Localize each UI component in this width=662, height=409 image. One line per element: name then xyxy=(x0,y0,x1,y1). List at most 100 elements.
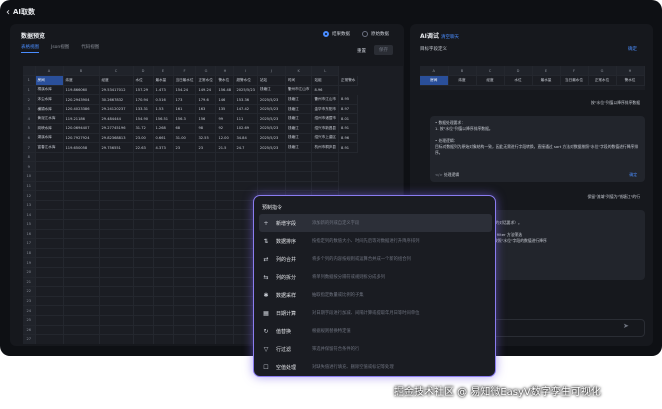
table-cell[interactable] xyxy=(99,181,134,192)
table-cell[interactable]: 2025/5/23 xyxy=(257,104,286,115)
table-cell[interactable]: 102.69 xyxy=(233,123,258,134)
table-cell[interactable]: 29.82368813 xyxy=(99,133,134,144)
table-cell[interactable]: 170.94 xyxy=(133,94,154,105)
table-cell[interactable]: 31.72 xyxy=(133,123,154,134)
table-cell[interactable]: 8.97 xyxy=(338,104,359,115)
table-cell[interactable]: 29.484444 xyxy=(99,113,134,125)
table-cell[interactable]: 2025/5/23 xyxy=(257,123,286,134)
table-cell[interactable] xyxy=(195,248,217,259)
table-cell[interactable] xyxy=(173,267,197,278)
table-cell[interactable] xyxy=(153,181,174,192)
table-cell[interactable]: 2025/5/23 xyxy=(257,113,286,125)
table-cell[interactable]: 富春江水库 xyxy=(35,142,64,153)
table-cell[interactable] xyxy=(99,315,134,326)
table-cell[interactable] xyxy=(63,267,100,278)
logic-tag[interactable]: </> 处理逻辑 xyxy=(435,172,459,178)
table-cell[interactable] xyxy=(63,171,100,182)
column-header[interactable]: 时间 xyxy=(285,75,313,86)
table-cell[interactable] xyxy=(133,267,154,278)
table-cell[interactable] xyxy=(133,219,154,230)
table-cell[interactable] xyxy=(35,152,64,163)
column-letter[interactable]: G xyxy=(588,66,617,77)
table-cell[interactable] xyxy=(63,209,100,220)
target-field[interactable]: 房间 xyxy=(420,75,449,86)
table-cell[interactable]: 23 xyxy=(195,142,217,153)
table-cell[interactable] xyxy=(173,229,197,240)
table-cell[interactable]: 156 xyxy=(195,113,217,125)
table-cell[interactable]: 23.00 xyxy=(133,133,154,144)
table-cell[interactable] xyxy=(133,181,154,192)
table-cell[interactable]: 岗峡水库 xyxy=(35,123,64,134)
table-cell[interactable] xyxy=(195,219,217,230)
table-cell[interactable] xyxy=(233,161,258,173)
table-cell[interactable] xyxy=(215,209,235,220)
column-letter[interactable]: B xyxy=(448,66,477,77)
table-cell[interactable]: 沐尘水库 xyxy=(35,94,64,105)
table-cell[interactable] xyxy=(173,181,197,192)
table-cell[interactable] xyxy=(173,325,197,336)
radio-raw-data[interactable]: 原始数据 xyxy=(362,31,389,37)
table-cell[interactable]: 157.29 xyxy=(133,85,154,96)
table-cell[interactable] xyxy=(35,325,64,336)
table-cell[interactable]: 29.756551 xyxy=(99,142,134,153)
table-cell[interactable]: 68 xyxy=(173,123,197,134)
table-cell[interactable] xyxy=(133,296,154,307)
table-cell[interactable] xyxy=(195,257,217,268)
table-cell[interactable] xyxy=(63,257,100,268)
table-cell[interactable] xyxy=(99,152,134,163)
table-cell[interactable]: 绍兴市上虞区 xyxy=(311,133,340,144)
table-cell[interactable]: 21.5 xyxy=(215,142,235,153)
table-cell[interactable] xyxy=(285,171,313,182)
table-cell[interactable]: 149.24 xyxy=(195,85,217,96)
table-row[interactable]: 7 富春江水库 119.650058 29.756551 22.63 4.373 23 23 2… xyxy=(23,142,359,153)
table-cell[interactable]: 99 xyxy=(215,113,235,125)
table-cell[interactable] xyxy=(133,257,154,268)
table-cell[interactable] xyxy=(99,325,134,336)
column-header[interactable]: 正常水位 xyxy=(195,75,217,86)
table-cell[interactable] xyxy=(195,267,217,278)
table-cell[interactable] xyxy=(195,152,217,163)
confirm-button[interactable]: 确定 xyxy=(628,46,637,52)
table-cell[interactable] xyxy=(153,248,174,259)
table-cell[interactable] xyxy=(99,257,134,268)
table-cell[interactable] xyxy=(215,296,235,307)
table-cell[interactable] xyxy=(215,315,235,326)
table-row[interactable]: 2 沐尘水库 120.2943904 30.2667832 170.94 0.516 173… xyxy=(23,94,359,105)
column-letter[interactable]: D xyxy=(133,66,154,77)
table-cell[interactable] xyxy=(63,238,100,249)
table-cell[interactable] xyxy=(35,277,64,288)
table-cell[interactable] xyxy=(35,305,64,316)
table-cell[interactable] xyxy=(133,248,154,259)
column-header[interactable]: 警水位 xyxy=(215,75,235,86)
column-letter[interactable]: C xyxy=(99,66,134,77)
table-cell[interactable] xyxy=(63,219,100,230)
table-cell[interactable] xyxy=(215,257,235,268)
table-row[interactable]: 4 黄泥江水库 119.21186 29.484444 154.90 156.51 156.… xyxy=(23,113,359,125)
table-cell[interactable] xyxy=(173,277,197,288)
table-cell[interactable] xyxy=(215,286,235,297)
table-cell[interactable]: 钱塘江 xyxy=(257,85,286,96)
table-cell[interactable]: 98 xyxy=(195,123,217,134)
table-cell[interactable]: 桐溪水库 xyxy=(35,85,64,96)
table-cell[interactable] xyxy=(195,229,217,240)
target-field[interactable]: 纬度 xyxy=(448,75,477,86)
table-cell[interactable]: 8.91 xyxy=(338,142,359,153)
table-cell[interactable] xyxy=(63,296,100,307)
table-cell[interactable] xyxy=(153,286,174,297)
table-cell[interactable] xyxy=(215,334,235,344)
table-cell[interactable] xyxy=(99,248,134,259)
table-cell[interactable] xyxy=(133,238,154,249)
table-cell[interactable] xyxy=(35,267,64,278)
table-cell[interactable] xyxy=(133,171,154,182)
table-cell[interactable] xyxy=(133,277,154,288)
table-cell[interactable] xyxy=(35,257,64,268)
table-cell[interactable] xyxy=(173,238,197,249)
table-cell[interactable] xyxy=(133,190,154,201)
table-cell[interactable] xyxy=(153,200,174,211)
table-cell[interactable]: 横锦水库 xyxy=(35,104,64,115)
table-cell[interactable] xyxy=(63,152,100,163)
table-cell[interactable] xyxy=(173,190,197,201)
table-cell[interactable] xyxy=(35,315,64,326)
save-button[interactable]: 保存 xyxy=(374,45,393,55)
table-cell[interactable]: 8.96 xyxy=(338,133,359,144)
